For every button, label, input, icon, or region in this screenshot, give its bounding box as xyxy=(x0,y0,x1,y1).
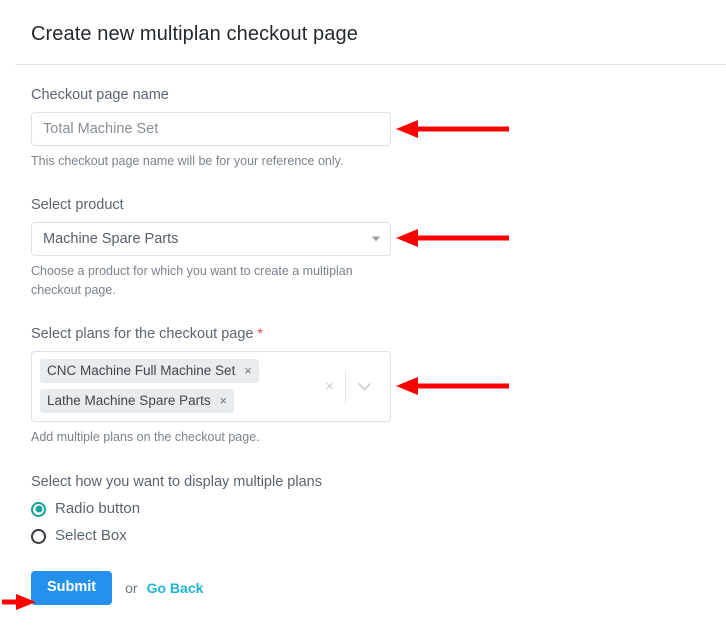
select-plans-label-text: Select plans for the checkout page xyxy=(31,326,254,342)
radio-option-select-box[interactable]: Select Box xyxy=(31,527,391,545)
field-checkout-page-name: Checkout page name Total Machine Set Thi… xyxy=(31,85,391,171)
plan-chip[interactable]: Lathe Machine Spare Parts × xyxy=(40,389,234,413)
required-asterisk: * xyxy=(257,325,263,341)
radio-option-label: Select Box xyxy=(55,527,127,544)
select-product-value: Machine Spare Parts xyxy=(43,231,179,247)
form-actions: Submit or Go Back xyxy=(31,571,391,605)
select-plans-helper: Add multiple plans on the checkout page. xyxy=(31,430,260,444)
checkout-page-form: Create new multiplan checkout page Check… xyxy=(0,0,726,634)
select-plans-label: Select plans for the checkout page * xyxy=(31,323,391,344)
select-product-label: Select product xyxy=(31,197,124,213)
multiselect-controls: × xyxy=(314,352,381,421)
selected-plan-chips: CNC Machine Full Machine Set × Lathe Mac… xyxy=(40,359,310,413)
submit-button[interactable]: Submit xyxy=(31,571,113,605)
go-back-link[interactable]: Go Back xyxy=(147,580,204,596)
chevron-down-icon[interactable] xyxy=(346,382,381,391)
checkout-page-name-label: Checkout page name xyxy=(31,87,169,103)
radio-unselected-icon[interactable] xyxy=(31,528,46,544)
arrow-to-checkout-name-input xyxy=(396,118,509,140)
display-mode-label: Select how you want to display multiple … xyxy=(31,474,322,490)
field-select-product: Select product Machine Spare Parts Choos… xyxy=(31,195,391,300)
clear-all-icon[interactable]: × xyxy=(314,379,345,394)
plan-chip-label: CNC Machine Full Machine Set xyxy=(47,363,236,378)
radio-option-label: Radio button xyxy=(55,500,141,517)
radio-selected-icon[interactable] xyxy=(31,501,46,517)
page-title: Create new multiplan checkout page xyxy=(31,23,358,45)
plan-chip-label: Lathe Machine Spare Parts xyxy=(47,393,211,408)
radio-option-radio-button[interactable]: Radio button xyxy=(31,500,391,518)
remove-chip-icon[interactable]: × xyxy=(220,394,227,407)
arrow-to-plans-multiselect xyxy=(396,375,509,397)
header-divider xyxy=(15,64,726,65)
arrow-to-product-select xyxy=(396,227,509,249)
select-product-helper: Choose a product for which you want to c… xyxy=(31,264,353,297)
form-body: Checkout page name Total Machine Set Thi… xyxy=(31,85,391,605)
field-select-plans: Select plans for the checkout page * CNC… xyxy=(31,323,391,447)
field-display-mode: Select how you want to display multiple … xyxy=(31,474,391,545)
checkout-page-name-input[interactable]: Total Machine Set xyxy=(31,112,391,146)
plan-chip[interactable]: CNC Machine Full Machine Set × xyxy=(40,359,259,383)
checkout-page-name-helper: This checkout page name will be for your… xyxy=(31,154,344,168)
chevron-down-icon xyxy=(372,236,380,242)
select-plans-multiselect[interactable]: CNC Machine Full Machine Set × Lathe Mac… xyxy=(31,351,391,422)
remove-chip-icon[interactable]: × xyxy=(244,364,251,377)
or-separator-text: or xyxy=(125,580,138,596)
select-product-dropdown[interactable]: Machine Spare Parts xyxy=(31,222,391,256)
